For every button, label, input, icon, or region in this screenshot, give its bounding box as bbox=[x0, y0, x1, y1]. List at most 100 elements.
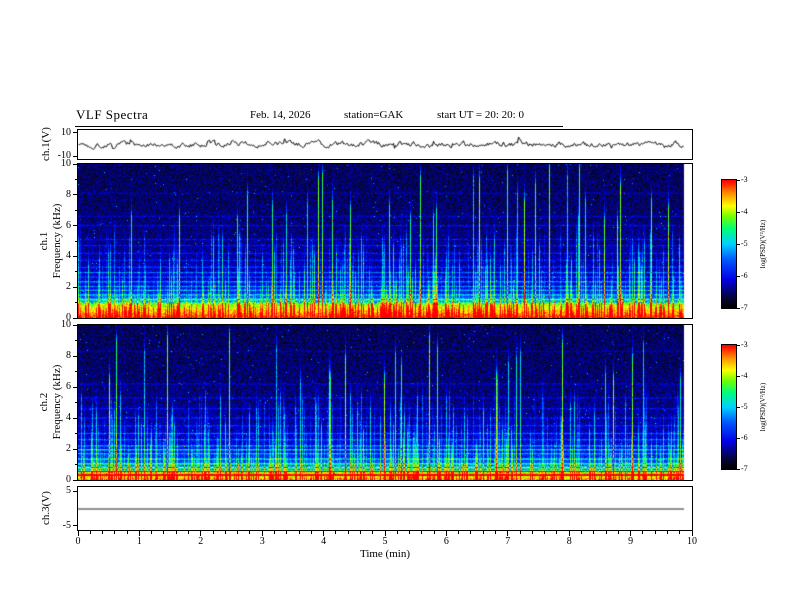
y-minor-tick-mark bbox=[75, 340, 78, 341]
y-tick-mark bbox=[73, 194, 78, 196]
y-minor-tick-mark bbox=[75, 371, 78, 372]
x-minor-tick-mark bbox=[114, 531, 116, 534]
y-tick-label: 4 bbox=[66, 250, 71, 262]
x-tick-label: 2 bbox=[198, 536, 204, 547]
spectrogram-ch2-canvas bbox=[77, 324, 693, 481]
x-minor-tick-mark bbox=[359, 531, 361, 534]
y-tick-label: 2 bbox=[66, 281, 71, 293]
x-minor-tick-mark bbox=[617, 531, 619, 534]
y-minor-tick-mark bbox=[75, 402, 78, 403]
x-minor-tick-mark bbox=[163, 531, 165, 534]
spectrogram-ch1-canvas bbox=[77, 163, 693, 319]
x-tick-label: 3 bbox=[259, 536, 265, 547]
x-minor-tick-mark bbox=[433, 531, 435, 534]
x-minor-tick-mark bbox=[89, 531, 91, 534]
y-tick-mark bbox=[73, 317, 78, 319]
x-minor-tick-mark bbox=[224, 531, 226, 534]
y-minor-tick-mark bbox=[75, 464, 78, 465]
colorbar-tick-label: -4 bbox=[741, 371, 748, 380]
y-tick-label: 6 bbox=[66, 381, 71, 392]
colorbar-tick-label: -4 bbox=[741, 207, 748, 216]
y-tick-mark bbox=[73, 448, 78, 450]
x-minor-tick-mark bbox=[495, 531, 497, 534]
y-tick-mark bbox=[73, 386, 78, 388]
colorbar-tick-label: -3 bbox=[741, 175, 748, 184]
y-minor-tick-mark bbox=[75, 271, 78, 273]
waveform-ch3-canvas bbox=[77, 486, 693, 531]
colorbar-tick-mark bbox=[737, 307, 740, 309]
x-axis-title: Time (min) bbox=[359, 548, 410, 560]
y-tick-label: -10 bbox=[57, 150, 71, 162]
x-minor-tick-mark bbox=[519, 531, 521, 534]
x-tick-label: 10 bbox=[687, 536, 697, 547]
colorbar-ch2 bbox=[721, 344, 737, 470]
x-minor-tick-mark bbox=[421, 531, 423, 534]
x-minor-tick-mark bbox=[409, 531, 411, 534]
y-tick-mark bbox=[73, 163, 78, 165]
x-minor-tick-mark bbox=[372, 531, 374, 534]
y-tick-mark bbox=[73, 479, 78, 481]
x-minor-tick-mark bbox=[286, 531, 288, 534]
y-tick-label: -5 bbox=[62, 519, 71, 531]
ch1-frequency-axis-label: Frequency (kHz) bbox=[51, 203, 63, 279]
x-minor-tick-mark bbox=[175, 531, 177, 534]
colorbar-tick-mark bbox=[737, 275, 740, 277]
x-minor-tick-mark bbox=[458, 531, 460, 534]
x-tick-label: 1 bbox=[136, 536, 142, 547]
y-tick-mark bbox=[73, 255, 78, 257]
colorbar-tick-mark bbox=[737, 406, 740, 408]
colorbar-tick-label: -6 bbox=[741, 271, 748, 280]
waveform-ch1-canvas bbox=[77, 129, 693, 160]
x-minor-tick-mark bbox=[605, 531, 607, 534]
x-minor-tick-mark bbox=[273, 531, 275, 534]
x-tick-label: 9 bbox=[628, 536, 634, 547]
y-minor-tick-mark bbox=[75, 302, 78, 304]
vlf-spectra-figure: VLF Spectra Feb. 14, 2026 station=GAK st… bbox=[0, 0, 792, 612]
y-tick-label: 4 bbox=[66, 412, 71, 423]
x-minor-tick-mark bbox=[102, 531, 104, 534]
y-tick-mark bbox=[73, 324, 78, 326]
x-minor-tick-mark bbox=[470, 531, 472, 534]
x-minor-tick-mark bbox=[679, 531, 681, 534]
colorbar-ch2-unit-label: log(PSD)(V²/Hz) bbox=[759, 382, 767, 432]
header-underline bbox=[75, 126, 563, 127]
colorbar-tick-label: -7 bbox=[741, 464, 748, 473]
x-minor-tick-mark bbox=[188, 531, 190, 534]
y-tick-label: 8 bbox=[66, 188, 71, 200]
x-minor-tick-mark bbox=[151, 531, 153, 534]
x-minor-tick-mark bbox=[310, 531, 312, 534]
ch2-axis-label: ch.2 bbox=[38, 392, 50, 412]
colorbar-tick-mark bbox=[737, 211, 740, 213]
x-minor-tick-mark bbox=[237, 531, 239, 534]
colorbar-tick-label: -7 bbox=[741, 303, 748, 312]
colorbar-tick-label: -5 bbox=[741, 402, 748, 411]
colorbar-ch1 bbox=[721, 179, 737, 309]
colorbar-tick-mark bbox=[737, 179, 740, 181]
ch1-axis-label: ch.1 bbox=[38, 231, 50, 251]
colorbar-tick-mark bbox=[737, 344, 740, 346]
y-tick-label: 6 bbox=[66, 219, 71, 231]
y-minor-tick-mark bbox=[75, 433, 78, 434]
x-tick-label: 0 bbox=[75, 536, 81, 547]
y-tick-mark bbox=[73, 132, 78, 134]
colorbar-ch1-unit-label: log(PSD)(V²/Hz) bbox=[759, 219, 767, 269]
x-minor-tick-mark bbox=[556, 531, 558, 534]
y-tick-mark bbox=[73, 490, 78, 492]
x-tick-label: 8 bbox=[566, 536, 572, 547]
y-tick-label: 5 bbox=[66, 485, 71, 497]
colorbar-tick-label: -5 bbox=[741, 239, 748, 248]
x-tick-label: 5 bbox=[382, 536, 388, 547]
y-tick-mark bbox=[73, 525, 78, 527]
y-tick-mark bbox=[73, 355, 78, 357]
x-minor-tick-mark bbox=[335, 531, 337, 534]
y-minor-tick-mark bbox=[75, 178, 78, 180]
figure-date: Feb. 14, 2026 bbox=[250, 109, 311, 121]
figure-start-ut: start UT = 20: 20: 0 bbox=[437, 109, 524, 121]
y-tick-label: 8 bbox=[66, 350, 71, 361]
colorbar-tick-label: -3 bbox=[741, 340, 748, 349]
x-tick-label: 4 bbox=[321, 536, 327, 547]
colorbar-tick-mark bbox=[737, 243, 740, 245]
x-minor-tick-mark bbox=[482, 531, 484, 534]
x-minor-tick-mark bbox=[544, 531, 546, 534]
colorbar-tick-mark bbox=[737, 437, 740, 439]
